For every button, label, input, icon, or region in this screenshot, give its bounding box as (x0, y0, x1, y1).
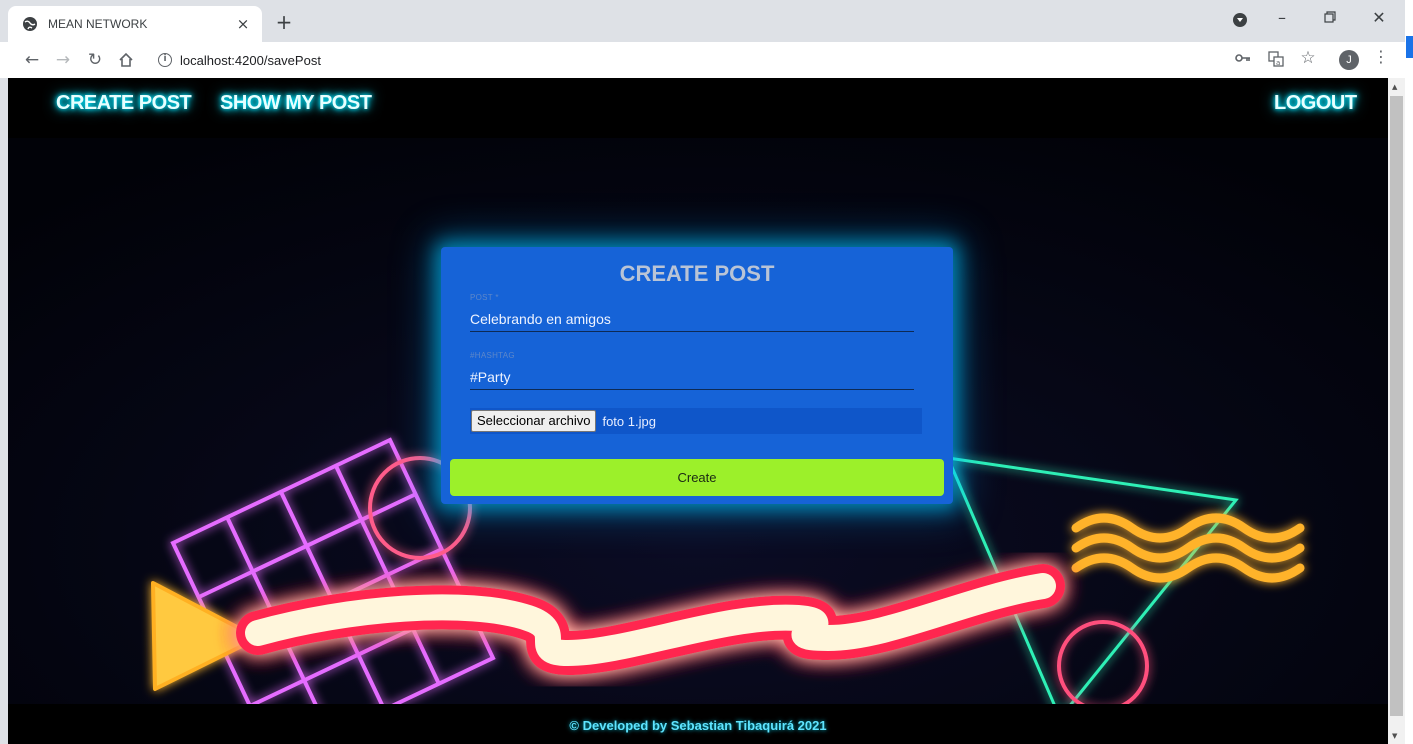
post-input[interactable] (470, 309, 914, 329)
minimize-icon[interactable]: – (1270, 8, 1294, 27)
card-title: CREATE POST (619, 261, 775, 286)
browser-tab[interactable]: MEAN NETWORK × (8, 6, 262, 42)
nav-logout-link[interactable]: LOGOUT (1274, 92, 1357, 115)
back-icon[interactable]: ← (21, 50, 43, 70)
browser-toolbar: ← → ↻ i localhost:4200/savePost a ☆ J ⋮ (0, 42, 1413, 78)
scroll-down-icon[interactable]: ▼ (1392, 732, 1397, 740)
page-footer: © Developed by Sebastian Tibaquirá 2021 (8, 704, 1388, 744)
close-window-icon[interactable]: ✕ (1367, 8, 1391, 27)
translate-icon[interactable]: a (1266, 51, 1286, 71)
info-icon[interactable]: i (158, 53, 172, 67)
forward-icon[interactable]: → (52, 50, 74, 70)
nav-create-post-link[interactable]: CREATE POST (56, 92, 192, 115)
adjacent-window-edge (1406, 36, 1413, 58)
page-viewport: CREATE POST SHOW MY POST LOGOUT CREATE P… (8, 78, 1388, 744)
menu-kebab-icon[interactable]: ⋮ (1371, 47, 1391, 66)
create-button[interactable]: Create (450, 459, 944, 496)
reload-icon[interactable]: ↻ (84, 50, 106, 70)
bookmark-star-icon[interactable]: ☆ (1298, 48, 1318, 68)
nav-show-my-post-link[interactable]: SHOW MY POST (220, 92, 372, 115)
tab-close-icon[interactable]: × (234, 15, 252, 33)
post-field-label: POST * (470, 293, 499, 302)
app-navbar: CREATE POST SHOW MY POST LOGOUT (8, 78, 1388, 138)
selected-file-name: foto 1.jpg (602, 413, 656, 429)
file-input[interactable]: Seleccionar archivo foto 1.jpg (470, 408, 922, 434)
post-field-underline (470, 331, 914, 332)
profile-avatar[interactable]: J (1339, 50, 1359, 70)
browser-tabbar: MEAN NETWORK × + – ✕ (0, 0, 1413, 42)
svg-text:a: a (1276, 59, 1280, 67)
create-post-card: CREATE POST POST * #HASHTAG Seleccionar … (441, 247, 953, 504)
choose-file-button[interactable]: Seleccionar archivo (471, 410, 597, 432)
url-text: localhost:4200/savePost (180, 52, 321, 68)
home-icon[interactable] (115, 50, 137, 70)
window-edge (1405, 0, 1413, 744)
footer-credit: © Developed by Sebastian Tibaquirá 2021 (569, 718, 827, 733)
address-bar[interactable]: i localhost:4200/savePost (150, 46, 1210, 74)
tab-title: MEAN NETWORK (48, 17, 148, 31)
hashtag-field-underline (470, 389, 914, 390)
page-scrollbar[interactable]: ▲ ▼ (1388, 78, 1405, 744)
globe-icon (23, 17, 37, 31)
new-tab-button[interactable]: + (272, 10, 296, 34)
hashtag-field-label: #HASHTAG (470, 351, 515, 360)
key-icon[interactable] (1233, 51, 1253, 67)
tab-search-icon[interactable] (1233, 13, 1247, 27)
hashtag-input[interactable] (470, 367, 914, 387)
scroll-up-icon[interactable]: ▲ (1392, 83, 1397, 91)
restore-icon[interactable] (1318, 8, 1342, 27)
scroll-thumb[interactable] (1390, 96, 1403, 716)
